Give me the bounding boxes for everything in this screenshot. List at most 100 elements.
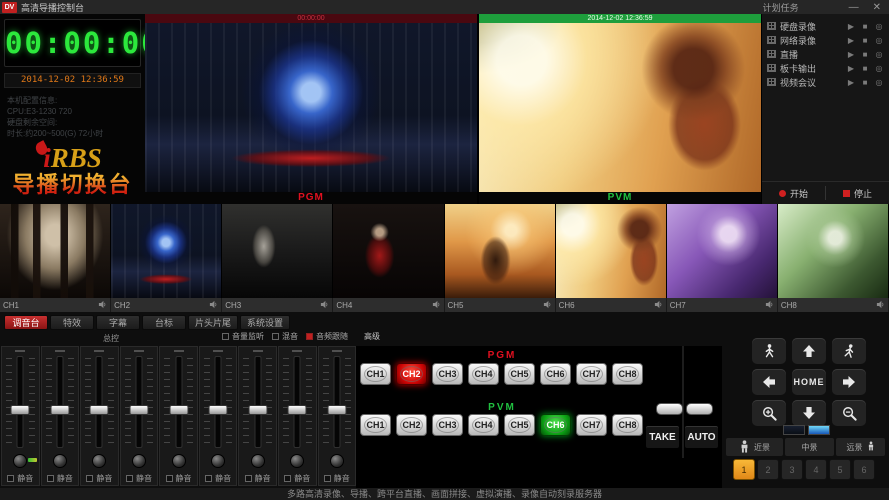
source-thumbnail-ch3[interactable] [222, 204, 333, 298]
zoom-out-button[interactable] [832, 400, 866, 426]
volume-knob[interactable] [13, 454, 27, 468]
task-stop-button[interactable]: ■ [860, 50, 870, 59]
channel-label-ch8[interactable]: CH8 [778, 298, 889, 312]
task-row-disk-record[interactable]: 硬盘录像▶■◎ [762, 19, 889, 33]
task-settings-button[interactable]: ◎ [874, 64, 884, 73]
stop-button[interactable]: 停止 [826, 187, 889, 200]
fader-handle[interactable] [11, 405, 30, 415]
task-stop-button[interactable]: ■ [860, 64, 870, 73]
fader-handle[interactable] [129, 405, 148, 415]
mute-checkbox[interactable] [166, 475, 173, 482]
camera-preset-4[interactable]: 4 [805, 459, 827, 480]
start-button[interactable]: 开始 [762, 187, 825, 200]
source-thumbnail-ch2[interactable] [111, 204, 222, 298]
advanced-link[interactable]: 高级 [364, 331, 380, 342]
volume-knob[interactable] [172, 454, 186, 468]
source-thumbnail-ch5[interactable] [445, 204, 556, 298]
task-row-video-conference[interactable]: 视频会议▶■◎ [762, 75, 889, 89]
pvm-ch1-button[interactable]: CH1 [360, 414, 391, 436]
volume-knob[interactable] [330, 454, 344, 468]
pgm-ch5-button[interactable]: CH5 [504, 363, 535, 385]
source-thumbnail-ch6[interactable] [556, 204, 667, 298]
task-row-card-output[interactable]: 板卡输出▶■◎ [762, 61, 889, 75]
scheduled-tasks-menu[interactable]: 计划任务 [763, 1, 799, 14]
fader-handle[interactable] [209, 405, 228, 415]
mute-checkbox[interactable] [205, 475, 212, 482]
pvm-ch2-button[interactable]: CH2 [396, 414, 427, 436]
channel-label-ch6[interactable]: CH6 [556, 298, 667, 312]
pvm-ch4-button[interactable]: CH4 [468, 414, 499, 436]
scene-thumb-1[interactable] [783, 425, 805, 435]
home-button[interactable]: HOME [792, 369, 826, 395]
camera-preset-3[interactable]: 3 [781, 459, 803, 480]
mute-checkbox[interactable] [126, 475, 133, 482]
tbar-handle-left[interactable] [656, 403, 683, 415]
pgm-ch2-button[interactable]: CH2 [396, 363, 427, 385]
fader-handle[interactable] [50, 405, 69, 415]
volume-knob[interactable] [251, 454, 265, 468]
channel-label-ch4[interactable]: CH4 [333, 298, 444, 312]
shot-far-button[interactable]: 远景 [836, 438, 885, 456]
pgm-ch3-button[interactable]: CH3 [432, 363, 463, 385]
fader-handle[interactable] [248, 405, 267, 415]
checkbox[interactable] [222, 333, 229, 340]
task-settings-button[interactable]: ◎ [874, 22, 884, 31]
pgm-ch8-button[interactable]: CH8 [612, 363, 643, 385]
pvm-ch8-button[interactable]: CH8 [612, 414, 643, 436]
tab-subtitle[interactable]: 字幕 [96, 315, 140, 330]
pvm-ch6-button[interactable]: CH6 [540, 414, 571, 436]
channel-label-ch5[interactable]: CH5 [445, 298, 556, 312]
volume-knob[interactable] [53, 454, 67, 468]
minimize-button[interactable]: — [849, 2, 859, 13]
channel-label-ch1[interactable]: CH1 [0, 298, 111, 312]
tab-logo[interactable]: 台标 [142, 315, 186, 330]
scene-thumb-2[interactable] [808, 425, 830, 435]
pan-down-button[interactable] [792, 400, 826, 426]
task-stop-button[interactable]: ■ [860, 22, 870, 31]
pgm-ch4-button[interactable]: CH4 [468, 363, 499, 385]
task-play-button[interactable]: ▶ [846, 22, 856, 31]
pgm-ch1-button[interactable]: CH1 [360, 363, 391, 385]
checkbox-checked[interactable] [306, 333, 313, 340]
task-row-network-record[interactable]: 网络录像▶■◎ [762, 33, 889, 47]
camera-preset-2[interactable]: 2 [757, 459, 779, 480]
pgm-ch6-button[interactable]: CH6 [540, 363, 571, 385]
mute-checkbox[interactable] [284, 475, 291, 482]
fader-handle[interactable] [327, 405, 346, 415]
checkbox[interactable] [272, 333, 279, 340]
pan-up-button[interactable] [792, 338, 826, 364]
run-person-button[interactable] [832, 338, 866, 364]
camera-preset-5[interactable]: 5 [829, 459, 851, 480]
volume-knob[interactable] [290, 454, 304, 468]
task-row-live-stream[interactable]: 直播▶■◎ [762, 47, 889, 61]
channel-label-ch3[interactable]: CH3 [222, 298, 333, 312]
source-thumbnail-ch1[interactable] [0, 204, 111, 298]
shot-close-button[interactable]: 近景 [726, 438, 783, 456]
camera-preset-1[interactable]: 1 [733, 459, 755, 480]
channel-label-ch7[interactable]: CH7 [667, 298, 778, 312]
pvm-ch5-button[interactable]: CH5 [504, 414, 535, 436]
task-play-button[interactable]: ▶ [846, 36, 856, 45]
task-play-button[interactable]: ▶ [846, 64, 856, 73]
pan-left-button[interactable] [752, 369, 786, 395]
source-thumbnail-ch8[interactable] [778, 204, 889, 298]
task-stop-button[interactable]: ■ [860, 78, 870, 87]
mixer-option-1[interactable]: 音量监听 [222, 331, 264, 342]
fader-handle[interactable] [90, 405, 109, 415]
tab-settings[interactable]: 系统设置 [240, 315, 290, 330]
task-play-button[interactable]: ▶ [846, 78, 856, 87]
auto-button[interactable]: AUTO [684, 425, 719, 449]
camera-preset-6[interactable]: 6 [853, 459, 875, 480]
mute-checkbox[interactable] [47, 475, 54, 482]
volume-knob[interactable] [132, 454, 146, 468]
task-settings-button[interactable]: ◎ [874, 36, 884, 45]
mute-checkbox[interactable] [86, 475, 93, 482]
fader-handle[interactable] [169, 405, 188, 415]
tbar-handle-right[interactable] [686, 403, 713, 415]
tab-intro-outro[interactable]: 片头片尾 [188, 315, 238, 330]
tab-mixer[interactable]: 调音台 [4, 315, 48, 330]
task-play-button[interactable]: ▶ [846, 50, 856, 59]
volume-knob[interactable] [211, 454, 225, 468]
source-thumbnail-ch4[interactable] [333, 204, 444, 298]
mixer-option-3[interactable]: 音频跟随 [306, 331, 348, 342]
